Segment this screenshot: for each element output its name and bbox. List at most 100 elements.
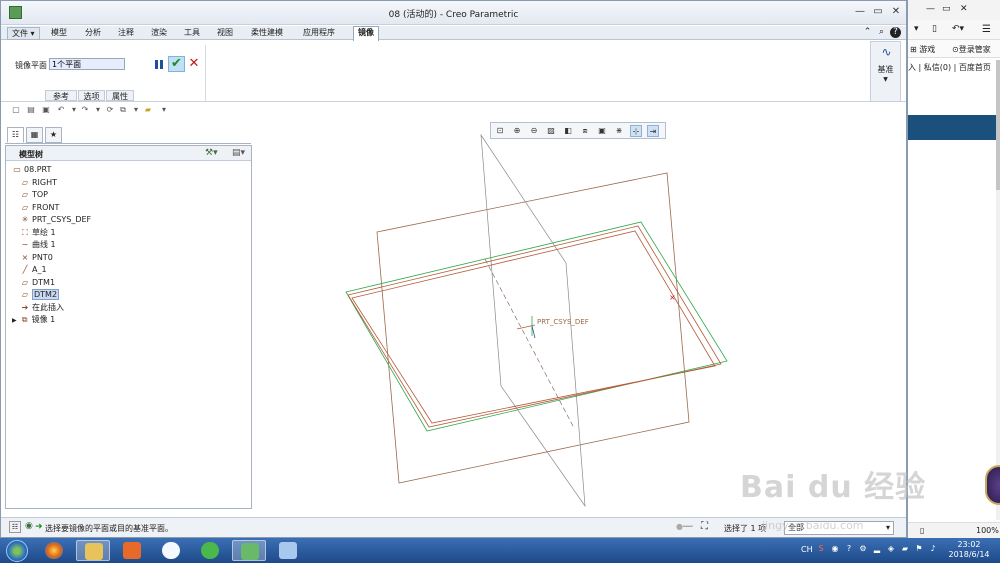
selection-icon[interactable]: ⛶ <box>701 521 708 532</box>
zoom-in-icon[interactable]: ⊕ <box>511 125 523 137</box>
tree-settings-icon[interactable]: ⚒▾ <box>205 148 218 158</box>
tab-view[interactable]: 视图 <box>213 27 237 40</box>
browser-close-button[interactable]: ✕ <box>960 4 968 14</box>
tab-file[interactable]: 文件 ▾ <box>7 27 40 40</box>
browser-minimize-button[interactable]: — <box>926 4 935 14</box>
minimize-button[interactable]: — <box>853 5 867 19</box>
tree-node-1[interactable]: ▶ ⧉ 镜像 1 <box>12 314 55 326</box>
tree-node-a-1[interactable]: ╱ A_1 <box>20 264 47 276</box>
save-icon[interactable]: ▣ <box>41 105 51 115</box>
folder-icon[interactable]: ▰ <box>900 544 910 554</box>
phone-icon[interactable]: ▯ <box>932 24 937 34</box>
browser-maximize-button[interactable]: ▭ <box>942 4 951 14</box>
security-icon[interactable]: ◈ <box>886 544 896 554</box>
pause-button[interactable] <box>154 59 164 70</box>
network-icon[interactable]: ▂ <box>872 544 882 554</box>
subtab-options[interactable]: 选项 <box>78 90 105 101</box>
browser-toggle-icon[interactable]: ◉ <box>25 521 33 531</box>
start-button[interactable] <box>6 540 28 562</box>
tree-node-pnt0[interactable]: × PNT0 <box>20 252 53 264</box>
tab-tools[interactable]: 工具 <box>180 27 204 40</box>
system-clock[interactable]: 23:02 2018/6/14 <box>944 540 994 560</box>
tab-flexible-modeling[interactable]: 柔性建模 <box>247 27 287 40</box>
tab-model-tree[interactable]: ☷ <box>7 127 24 143</box>
customize-toolbar-icon[interactable]: ▾ <box>159 105 169 115</box>
help-icon[interactable]: ? <box>844 544 854 554</box>
regenerate-icon[interactable]: ⟳ <box>105 105 115 115</box>
saved-orientations-icon[interactable]: ⧈ <box>579 125 591 137</box>
tab-render[interactable]: 渲染 <box>147 27 171 40</box>
undo-icon[interactable]: ↶▾ <box>952 24 964 34</box>
tray-icon[interactable]: ◉ <box>830 544 840 554</box>
expand-icon[interactable]: ▶ <box>12 317 17 324</box>
redo-icon[interactable]: ↷ <box>80 105 90 115</box>
windows-icon[interactable]: ⧉ <box>118 105 128 115</box>
tab-model[interactable]: 模型 <box>47 27 71 40</box>
undo-dropdown-icon[interactable]: ▾ <box>69 105 79 115</box>
tree-node-top[interactable]: ▱ TOP <box>20 189 48 201</box>
tab-favorites[interactable]: ★ <box>45 127 62 143</box>
close-button[interactable]: ✕ <box>889 5 903 19</box>
browser-scrollbar[interactable] <box>996 60 1000 520</box>
repaint-icon[interactable]: ▨ <box>545 125 557 137</box>
taskbar-app-browser[interactable] <box>37 540 71 561</box>
tree-node-node[interactable]: ➔ 在此插入 <box>20 302 64 314</box>
ime-icon[interactable]: S <box>816 544 826 554</box>
taskbar-app-paint[interactable] <box>271 540 305 561</box>
tree-node-dtm2[interactable]: ▱ DTM2 <box>20 289 60 301</box>
browser-page-links[interactable]: 入 | 私信(0) | 百度首页 <box>908 60 1000 74</box>
taskbar-app-media[interactable] <box>115 540 149 561</box>
tab-applications[interactable]: 应用程序 <box>299 27 339 40</box>
tab-annotate[interactable]: 注释 <box>114 27 138 40</box>
taskbar-app-baidu-netdisk[interactable] <box>154 540 188 561</box>
games-link[interactable]: ⊞ 游戏 <box>910 44 935 55</box>
collapse-ribbon-icon[interactable]: ⌃ <box>862 27 873 38</box>
volume-icon[interactable]: ♪ <box>928 544 938 554</box>
undo-icon[interactable]: ↶ <box>56 105 66 115</box>
datum-group[interactable]: ∿ 基准 ▼ <box>870 41 901 102</box>
datum-display-icon[interactable]: ⋇ <box>613 125 625 137</box>
tree-node-right[interactable]: ▱ RIGHT <box>20 177 57 189</box>
cancel-button[interactable]: ✕ <box>188 57 200 71</box>
tree-node-front[interactable]: ▱ FRONT <box>20 202 59 214</box>
annotation-display-icon[interactable]: ⇥ <box>647 125 659 137</box>
login-link[interactable]: ⊙登录管家 <box>952 44 991 55</box>
flag-icon[interactable]: ⚑ <box>914 544 924 554</box>
navigator-toggle-icon[interactable]: ☷ <box>9 521 21 533</box>
maximize-button[interactable]: ▭ <box>871 5 885 19</box>
folder-icon[interactable]: ▰ <box>143 105 153 115</box>
windows-dropdown-icon[interactable]: ▾ <box>131 105 141 115</box>
redo-dropdown-icon[interactable]: ▾ <box>93 105 103 115</box>
subtab-properties[interactable]: 属性 <box>106 90 134 101</box>
browser-scroll-thumb[interactable] <box>996 60 1000 190</box>
tab-mirror[interactable]: 镜像 <box>353 26 379 41</box>
tree-node-prt-csys-def[interactable]: ✳ PRT_CSYS_DEF <box>20 214 92 226</box>
taskbar-app-creo[interactable] <box>232 540 266 561</box>
graphics-viewport[interactable]: PRT_CSYS_DEF × <box>253 118 906 516</box>
subtab-references[interactable]: 参考 <box>45 90 77 101</box>
tree-node-1[interactable]: ⛶ 草绘 1 <box>20 227 55 239</box>
tab-folder-browser[interactable]: ▦ <box>26 127 43 143</box>
tab-analysis[interactable]: 分析 <box>81 27 105 40</box>
taskbar-app-explorer[interactable] <box>76 540 110 561</box>
open-file-icon[interactable]: ▤ <box>26 105 36 115</box>
tree-node-08-prt[interactable]: ▭ 08.PRT <box>12 164 51 176</box>
tree-show-icon[interactable]: ▤▾ <box>232 148 245 158</box>
input-language[interactable]: CH <box>801 545 813 554</box>
floating-ball-icon[interactable] <box>985 465 1000 505</box>
browser-dropdown-icon[interactable]: ▾ <box>914 24 919 34</box>
taskbar-app-green[interactable] <box>193 540 227 561</box>
zoom-fit-icon[interactable]: ⊡ <box>494 125 506 137</box>
tree-node-dtm1[interactable]: ▱ DTM1 <box>20 277 55 289</box>
spin-center-icon[interactable]: ⊹ <box>630 125 642 137</box>
display-style-icon[interactable]: ▣ <box>596 125 608 137</box>
tray-settings-icon[interactable]: ⚙ <box>858 544 868 554</box>
ok-button[interactable]: ✔ <box>168 56 185 72</box>
search-icon[interactable]: ⌕ <box>876 27 887 38</box>
new-file-icon[interactable]: ▢ <box>11 105 21 115</box>
help-icon[interactable]: ? <box>890 27 901 38</box>
browser-zoom[interactable]: 100% <box>976 526 999 535</box>
named-view-icon[interactable]: ◧ <box>562 125 574 137</box>
mirror-plane-collector[interactable] <box>49 58 125 70</box>
menu-icon[interactable]: ☰ <box>982 24 991 35</box>
